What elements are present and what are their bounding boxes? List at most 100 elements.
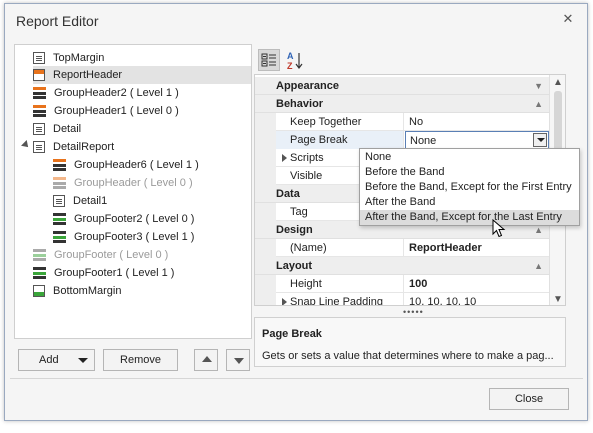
group-footer-band-icon xyxy=(33,249,46,261)
arrow-down-icon xyxy=(234,358,244,364)
property-row-snap-line-padding[interactable]: Snap Line Padding 10, 10, 10, 10 xyxy=(255,293,549,305)
tree-item-label: GroupHeader2 ( Level 1 ) xyxy=(54,87,179,99)
property-name: (Name) xyxy=(276,239,404,257)
property-name: Page Break xyxy=(276,131,404,149)
dropdown-option-highlighted[interactable]: After the Band, Except for the Last Entr… xyxy=(360,210,579,225)
detail-band-icon xyxy=(53,195,65,207)
svg-text:A: A xyxy=(287,51,294,61)
tree-item-group-footer3[interactable]: GroupFooter3 ( Level 1 ) xyxy=(53,228,251,246)
property-row-page-break[interactable]: Page Break None xyxy=(255,131,549,149)
tree-item-detail-report[interactable]: DetailReport xyxy=(33,138,251,156)
dropdown-option[interactable]: Before the Band, Except for the First En… xyxy=(360,180,579,195)
chevron-down-icon[interactable]: ▼ xyxy=(534,77,543,95)
group-footer-band-icon xyxy=(53,213,66,225)
tree-item-label: GroupHeader1 ( Level 0 ) xyxy=(54,105,179,117)
tree-item-label: Detail1 xyxy=(73,195,108,207)
category-label: Layout xyxy=(276,260,313,272)
description-title: Page Break xyxy=(262,328,322,340)
property-name: Height xyxy=(276,275,404,293)
chevron-up-icon[interactable]: ▲ xyxy=(534,95,543,113)
property-value[interactable]: 100 xyxy=(405,275,549,293)
categorized-view-button[interactable] xyxy=(258,49,280,71)
group-header-band-icon xyxy=(33,87,46,99)
tree-item-top-margin[interactable]: TopMargin xyxy=(33,49,251,67)
property-name: Snap Line Padding xyxy=(276,293,404,305)
tree-item-label: ReportHeader xyxy=(53,69,123,81)
group-footer-band-icon xyxy=(53,231,66,243)
combo-value: None xyxy=(410,135,437,147)
mouse-cursor-icon xyxy=(492,219,506,238)
expand-collapse-icon[interactable] xyxy=(21,140,31,150)
move-down-button[interactable] xyxy=(226,349,250,371)
close-button-label: Close xyxy=(514,393,544,405)
dropdown-arrow-icon[interactable] xyxy=(533,133,547,147)
group-header-band-icon xyxy=(53,177,66,189)
add-button[interactable]: Add xyxy=(18,349,95,371)
property-row-name[interactable]: (Name) ReportHeader xyxy=(255,239,549,257)
tree-item-report-header[interactable]: ReportHeader xyxy=(33,66,251,84)
dialog-title: Report Editor xyxy=(16,13,99,29)
close-button[interactable]: Close xyxy=(489,388,569,410)
top-margin-band-icon xyxy=(33,52,45,64)
arrow-up-icon xyxy=(202,356,212,362)
category-appearance[interactable]: Appearance ▼ xyxy=(255,77,549,95)
tree-item-group-footer[interactable]: GroupFooter ( Level 0 ) xyxy=(33,246,251,264)
move-up-button[interactable] xyxy=(194,349,218,371)
tree-item-group-footer1[interactable]: GroupFooter1 ( Level 1 ) xyxy=(33,264,251,282)
remove-button[interactable]: Remove xyxy=(103,349,178,371)
category-label: Design xyxy=(276,224,313,236)
close-icon[interactable]: ✕ xyxy=(559,10,577,28)
report-header-band-icon xyxy=(33,69,45,81)
property-value[interactable]: 10, 10, 10, 10 xyxy=(405,293,549,305)
dropdown-option[interactable]: Before the Band xyxy=(360,165,579,180)
dropdown-option[interactable]: After the Band xyxy=(360,195,579,210)
tree-item-detail1[interactable]: Detail1 xyxy=(53,192,251,210)
tree-item-group-header2[interactable]: GroupHeader2 ( Level 1 ) xyxy=(33,84,251,102)
property-row-keep-together[interactable]: Keep Together No xyxy=(255,113,549,131)
tree-item-label: BottomMargin xyxy=(53,285,122,297)
tree-item-group-header1[interactable]: GroupHeader1 ( Level 0 ) xyxy=(33,102,251,120)
tree-item-label: TopMargin xyxy=(53,52,105,64)
category-label: Behavior xyxy=(276,98,324,110)
band-tree[interactable]: TopMargin ReportHeader GroupHeader2 ( Le… xyxy=(14,44,252,339)
property-row-height[interactable]: Height 100 xyxy=(255,275,549,293)
tree-item-label: Detail xyxy=(53,123,82,135)
page-break-dropdown[interactable]: None Before the Band Before the Band, Ex… xyxy=(359,148,580,226)
tree-item-label: GroupFooter3 ( Level 1 ) xyxy=(74,231,195,243)
tree-item-label: GroupHeader ( Level 0 ) xyxy=(74,177,193,189)
tree-item-label: GroupFooter1 ( Level 1 ) xyxy=(54,267,175,279)
tree-item-group-header6[interactable]: GroupHeader6 ( Level 1 ) xyxy=(53,156,251,174)
scroll-down-icon[interactable]: ▼ xyxy=(553,294,563,305)
chevron-up-icon[interactable]: ▲ xyxy=(534,257,543,275)
tree-item-group-header[interactable]: GroupHeader ( Level 0 ) xyxy=(53,174,251,192)
splitter-grip-icon[interactable]: ••••• xyxy=(403,307,424,317)
description-panel: Page Break Gets or sets a value that det… xyxy=(254,317,566,367)
categorized-icon xyxy=(261,53,276,67)
group-header-band-icon xyxy=(33,105,46,117)
tree-item-label: GroupFooter ( Level 0 ) xyxy=(54,249,169,261)
alphabetical-sort-button[interactable]: A Z xyxy=(284,49,306,71)
add-button-label: Add xyxy=(39,354,59,366)
scroll-up-icon[interactable]: ▲ xyxy=(553,77,563,88)
remove-button-label: Remove xyxy=(120,354,161,366)
category-behavior[interactable]: Behavior ▲ xyxy=(255,95,549,113)
tree-item-label: GroupFooter2 ( Level 0 ) xyxy=(74,213,195,225)
category-label: Appearance xyxy=(276,80,339,92)
category-layout[interactable]: Layout ▲ xyxy=(255,257,549,275)
tree-item-bottom-margin[interactable]: BottomMargin xyxy=(33,282,251,300)
tree-item-detail[interactable]: Detail xyxy=(33,120,251,138)
tree-item-label: GroupHeader6 ( Level 1 ) xyxy=(74,159,199,171)
divider xyxy=(10,378,583,379)
dropdown-caret-icon xyxy=(78,358,88,363)
property-value[interactable]: No xyxy=(405,113,549,131)
group-header-band-icon xyxy=(53,159,66,171)
group-footer-band-icon xyxy=(33,267,46,279)
property-value[interactable]: ReportHeader xyxy=(405,239,549,257)
bottom-margin-band-icon xyxy=(33,285,45,297)
dropdown-option[interactable]: None xyxy=(360,150,579,165)
property-name: Keep Together xyxy=(276,113,404,131)
tree-item-label: DetailReport xyxy=(53,141,115,153)
page-break-combo[interactable]: None xyxy=(405,131,549,149)
svg-text:Z: Z xyxy=(287,61,293,71)
tree-item-group-footer2[interactable]: GroupFooter2 ( Level 0 ) xyxy=(53,210,251,228)
